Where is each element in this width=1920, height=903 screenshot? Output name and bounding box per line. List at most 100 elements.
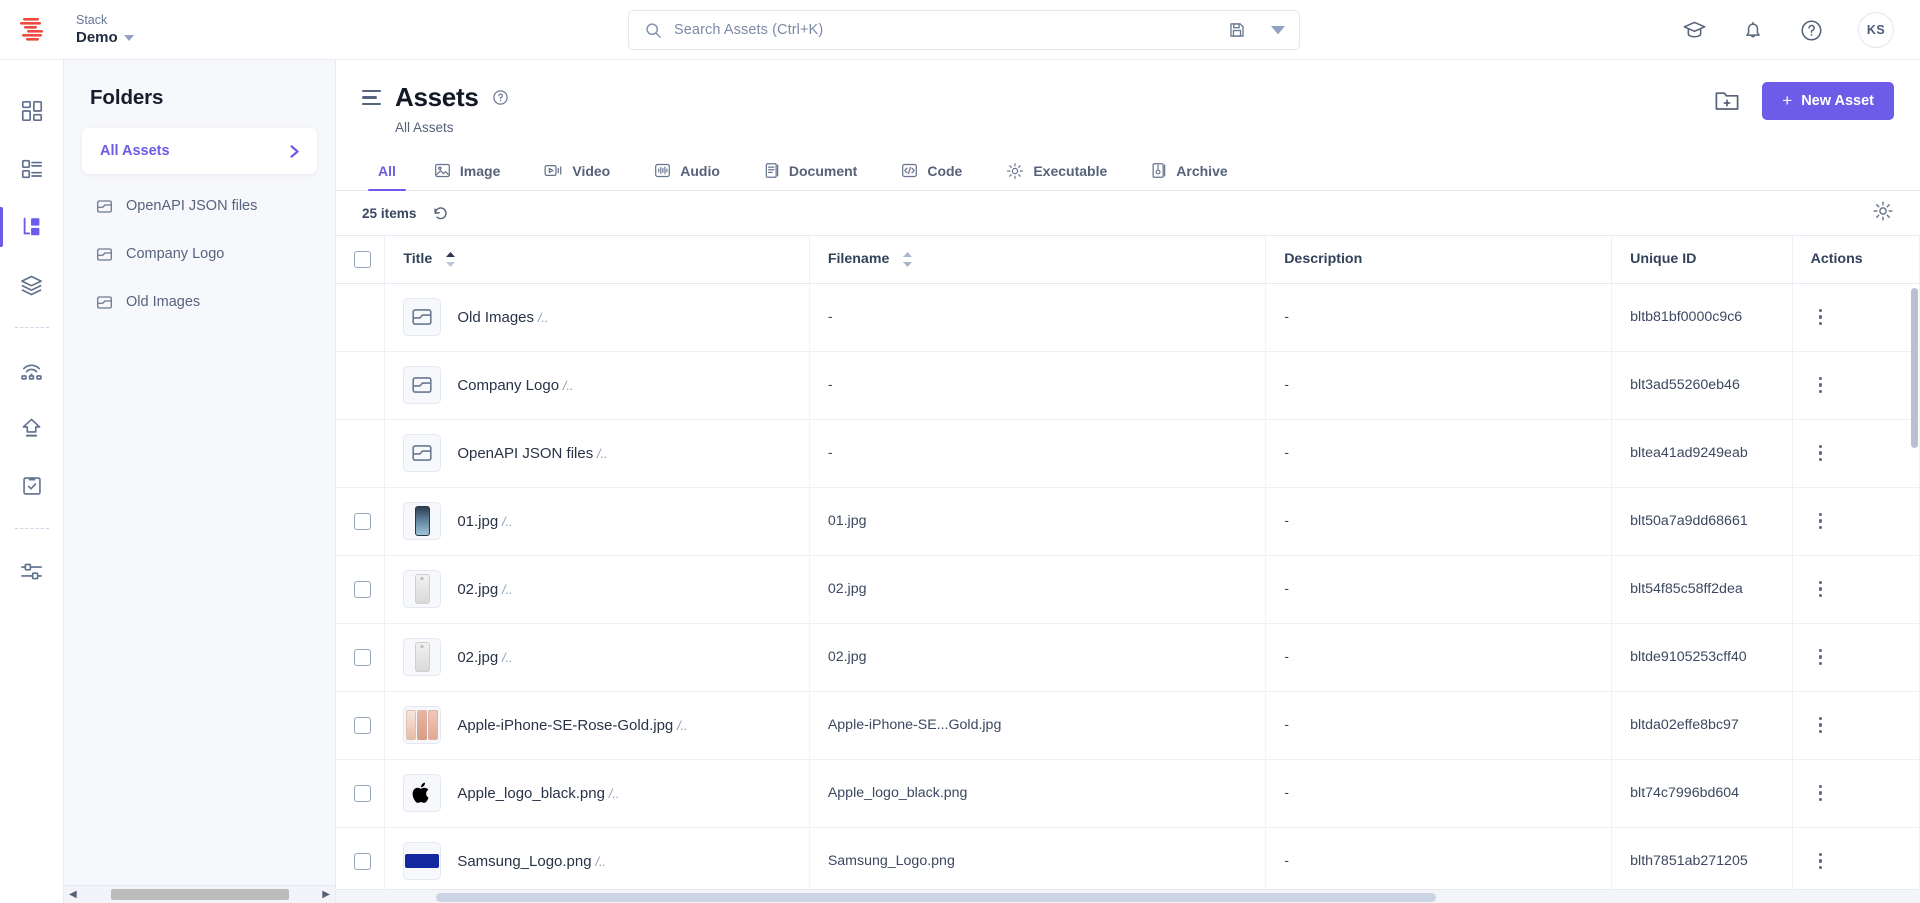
tab-all[interactable]: All [362, 151, 412, 191]
tab-audio[interactable]: Audio [632, 151, 742, 190]
top-bar: Stack Demo Search Assets (Ctrl+K) KS [0, 0, 1920, 60]
stack-selector[interactable]: Stack Demo [76, 13, 134, 47]
sort-none-icon[interactable] [902, 251, 913, 268]
folder-item-company-logo[interactable]: Company Logo [82, 230, 317, 278]
row-actions-menu-icon[interactable] [1811, 512, 1831, 530]
table-settings-gear-icon[interactable] [1872, 200, 1894, 222]
tab-label: Archive [1176, 162, 1228, 179]
row-description: - [1265, 419, 1613, 488]
row-actions-menu-icon[interactable] [1811, 444, 1831, 462]
sidebar-item-tasks[interactable] [0, 457, 64, 515]
row-actions-menu-icon[interactable] [1811, 580, 1831, 598]
column-header-unique-id[interactable]: Unique ID [1611, 236, 1793, 284]
row-title[interactable]: Apple-iPhone-SE-Rose-Gold.jpg [457, 717, 673, 734]
row-path: /.. [502, 514, 513, 529]
sidebar-item-entries[interactable] [0, 140, 64, 198]
row-title[interactable]: Apple_logo_black.png [457, 785, 605, 802]
code-icon [901, 162, 918, 179]
row-checkbox[interactable] [354, 716, 371, 734]
new-folder-icon[interactable] [1714, 89, 1740, 113]
folder-item-old-images[interactable]: Old Images [82, 278, 317, 326]
column-header-description[interactable]: Description [1265, 236, 1613, 284]
row-checkbox[interactable] [354, 648, 371, 666]
row-title[interactable]: Old Images [457, 309, 534, 326]
row-title-cell: 02.jpg /.. [384, 555, 810, 624]
sidebar-item-dashboard[interactable] [0, 82, 64, 140]
row-checkbox[interactable] [354, 512, 371, 530]
table-row[interactable]: Company Logo /.. - - blt3ad55260eb46 [336, 351, 1920, 420]
sidebar-item-stacks[interactable] [0, 256, 64, 314]
table-horizontal-scrollbar[interactable] [336, 889, 1920, 903]
dashboard-grid-icon [20, 99, 44, 123]
row-title[interactable]: OpenAPI JSON files [457, 445, 593, 462]
table-row[interactable]: Old Images /.. - - bltb81bf0000c9c6 [336, 283, 1920, 352]
folder-item-all-assets[interactable]: All Assets [82, 128, 317, 174]
row-actions [1792, 623, 1920, 692]
row-title[interactable]: 02.jpg [457, 581, 498, 598]
sidebar-item-assets[interactable] [0, 198, 64, 256]
sort-asc-icon[interactable] [445, 251, 456, 268]
tab-archive[interactable]: Archive [1129, 151, 1249, 190]
sidebar-item-releases[interactable] [0, 399, 64, 457]
save-icon[interactable] [1229, 22, 1245, 38]
table-row[interactable]: 02.jpg /.. 02.jpg - bltde9105253cff40 [336, 623, 1920, 692]
search-input[interactable]: Search Assets (Ctrl+K) [674, 22, 1217, 38]
row-actions [1792, 419, 1920, 488]
row-select-cell [336, 351, 386, 420]
table-row[interactable]: 02.jpg /.. 02.jpg - blt54f85c58ff2dea [336, 555, 1920, 624]
tab-image[interactable]: Image [412, 151, 522, 190]
scrollbar-thumb[interactable] [110, 889, 289, 900]
refresh-icon[interactable] [432, 205, 449, 222]
avatar[interactable]: KS [1858, 12, 1894, 48]
table-row[interactable]: Samsung_Logo.png /.. Samsung_Logo.png - … [336, 827, 1920, 896]
row-unique-id: blt3ad55260eb46 [1611, 351, 1793, 420]
select-all-checkbox[interactable] [354, 250, 371, 268]
table-vertical-scrollbar[interactable] [1911, 288, 1918, 448]
row-filename: Apple_logo_black.png [809, 759, 1267, 828]
row-actions-menu-icon[interactable] [1811, 376, 1831, 394]
tab-video[interactable]: Video [522, 151, 632, 190]
row-actions-menu-icon[interactable] [1811, 648, 1831, 666]
row-title[interactable]: Samsung_Logo.png [457, 853, 591, 870]
row-checkbox[interactable] [354, 852, 371, 870]
search-dropdown-icon[interactable] [1271, 25, 1285, 35]
tab-executable[interactable]: Executable [984, 151, 1129, 190]
row-actions-menu-icon[interactable] [1811, 716, 1831, 734]
row-actions-menu-icon[interactable] [1811, 784, 1831, 802]
folders-horizontal-scrollbar[interactable]: ◀ ▶ [64, 885, 335, 903]
sidebar-item-live-preview[interactable] [0, 341, 64, 399]
tab-document[interactable]: Document [742, 151, 879, 190]
row-title[interactable]: Company Logo [457, 377, 559, 394]
table-row[interactable]: Apple_logo_black.png /.. Apple_logo_blac… [336, 759, 1920, 828]
graduation-cap-icon[interactable] [1682, 18, 1707, 43]
bell-icon[interactable] [1741, 18, 1765, 42]
row-title[interactable]: 02.jpg [457, 649, 498, 666]
table-row[interactable]: Apple-iPhone-SE-Rose-Gold.jpg /.. Apple-… [336, 691, 1920, 760]
row-checkbox[interactable] [354, 784, 371, 802]
folder-all-label: All Assets [100, 143, 170, 159]
chevron-right-icon[interactable] [288, 144, 301, 159]
new-asset-button[interactable]: + New Asset [1762, 82, 1894, 120]
row-select-cell [336, 827, 386, 896]
tab-code[interactable]: Code [879, 151, 984, 190]
search-bar[interactable]: Search Assets (Ctrl+K) [628, 10, 1300, 50]
help-circle-icon[interactable] [492, 89, 509, 106]
sidebar-item-settings[interactable] [0, 542, 64, 600]
contentstack-logo[interactable] [0, 0, 64, 60]
row-checkbox[interactable] [354, 580, 371, 598]
column-header-title[interactable]: Title [384, 236, 810, 284]
scroll-left-arrow-icon[interactable]: ◀ [69, 889, 77, 900]
column-header-filename[interactable]: Filename [809, 236, 1267, 284]
row-actions-menu-icon[interactable] [1811, 308, 1831, 326]
row-actions-menu-icon[interactable] [1811, 852, 1831, 870]
scroll-right-arrow-icon[interactable]: ▶ [322, 889, 330, 900]
help-circle-icon[interactable] [1799, 18, 1824, 43]
row-path: /.. [677, 718, 688, 733]
table-row[interactable]: 01.jpg /.. 01.jpg - blt50a7a9dd68661 [336, 487, 1920, 556]
scrollbar-thumb[interactable] [436, 893, 1436, 902]
hamburger-icon[interactable] [362, 89, 381, 106]
table-row[interactable]: OpenAPI JSON files /.. - - bltea41ad9249… [336, 419, 1920, 488]
row-title[interactable]: 01.jpg [457, 513, 498, 530]
folder-item-openapi-json-files[interactable]: OpenAPI JSON files [82, 182, 317, 230]
row-description: - [1265, 759, 1613, 828]
